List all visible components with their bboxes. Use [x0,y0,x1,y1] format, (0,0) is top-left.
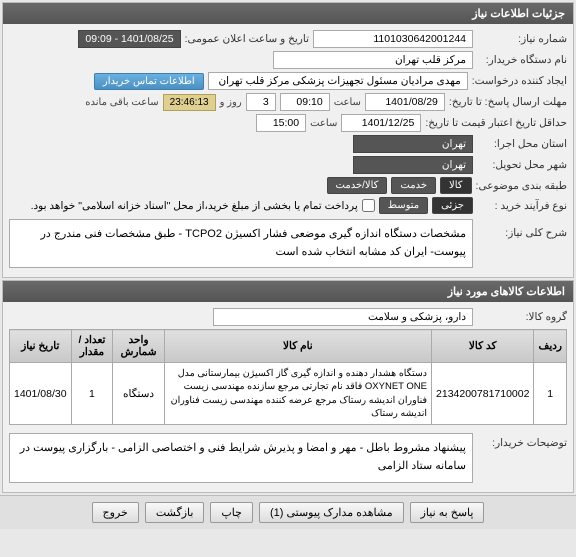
cell-date: 1401/08/30 [10,363,72,425]
footer-bar: پاسخ به نیاز مشاهده مدارک پیوستی (1) چاپ… [0,495,576,529]
topic-service[interactable]: خدمت [391,177,436,194]
time-label-1: ساعت [334,97,361,108]
process-low[interactable]: جزئی [432,197,473,214]
deadline-label: مهلت ارسال پاسخ: تا تاریخ: [449,96,567,108]
deliver-label: شهر محل تحویل: [477,159,567,171]
process-label: نوع فرآیند خرید : [477,200,567,212]
days-value: 3 [246,93,276,111]
table-row[interactable]: 1 2134200781710002 دستگاه هشدار دهنده و … [10,363,567,425]
main-panel: جزئیات اطلاعات نیاز شماره نیاز: 11010306… [2,2,574,278]
cell-code: 2134200781710002 [432,363,534,425]
need-no-label: شماره نیاز: [477,33,567,45]
summary-label: شرح کلی نیاز: [477,217,567,239]
col-qty: تعداد / مقدار [71,330,113,363]
cell-row: 1 [534,363,567,425]
cell-name: دستگاه هشدار دهنده و اندازه گیری گاز اکس… [164,363,431,425]
announce-label: تاریخ و ساعت اعلان عمومی: [185,33,309,45]
items-body: گروه کالا: دارو، پزشکی و سلامت ردیف کد ک… [3,302,573,491]
respond-button[interactable]: پاسخ به نیاز [410,502,485,523]
timer-value: 23:46:13 [163,94,216,111]
attachments-button[interactable]: مشاهده مدارک پیوستی (1) [259,502,404,523]
buyer-value: مرکز قلب تهران [273,51,473,69]
items-header: اطلاعات کالاهای مورد نیاز [3,281,573,302]
process-radio-group: جزئی متوسط [379,197,473,214]
validity-date: 1401/12/25 [341,114,421,132]
pay-checkbox-row: پرداخت تمام یا بخشی از مبلغ خرید،از محل … [31,199,375,212]
topic-radio-group: کالا خدمت کالا/خدمت [327,177,472,194]
pay-check-label: پرداخت تمام یا بخشی از مبلغ خرید،از محل … [31,200,358,212]
panel-title: جزئیات اطلاعات نیاز [472,8,565,20]
remain-label: ساعت باقی مانده [85,97,158,108]
group-value: دارو، پزشکی و سلامت [213,308,473,326]
buyer-label: نام دستگاه خریدار: [477,54,567,66]
group-label: گروه کالا: [477,311,567,323]
exit-button[interactable]: خروج [92,502,139,523]
topic-goods[interactable]: کالا [440,177,472,194]
deliver-value: تهران [353,156,473,174]
col-code: کد کالا [432,330,534,363]
days-label: روز و [220,97,242,108]
validity-label: حداقل تاریخ اعتبار قیمت تا تاریخ: [425,117,567,129]
pay-checkbox[interactable] [362,199,375,212]
creator-label: ایجاد کننده درخواست: [472,75,567,87]
process-mid[interactable]: متوسط [379,197,428,214]
cell-qty: 1 [71,363,113,425]
back-button[interactable]: بازگشت [145,502,205,523]
items-table: ردیف کد کالا نام کالا واحد شمارش تعداد /… [9,329,567,425]
validity-time: 15:00 [256,114,306,132]
exec-label: استان محل اجرا: [477,138,567,150]
panel-header: جزئیات اطلاعات نیاز [3,3,573,24]
deadline-time: 09:10 [280,93,330,111]
topic-both[interactable]: کالا/خدمت [327,177,388,194]
contact-button[interactable]: اطلاعات تماس خریدار [94,73,204,90]
print-button[interactable]: چاپ [210,502,253,523]
col-name: نام کالا [164,330,431,363]
creator-value: مهدی مرادیان مسئول تجهیزات پزشکی مرکز قل… [208,72,468,90]
deadline-date: 1401/08/29 [365,93,445,111]
announce-value: 1401/08/25 - 09:09 [78,30,180,48]
notes-value: پیشنهاد مشروط باطل - مهر و امضا و پذیرش … [9,433,473,482]
panel-body: شماره نیاز: 1101030642001244 تاریخ و ساع… [3,24,573,277]
need-no-value: 1101030642001244 [313,30,473,48]
table-header-row: ردیف کد کالا نام کالا واحد شمارش تعداد /… [10,330,567,363]
items-panel: اطلاعات کالاهای مورد نیاز گروه کالا: دار… [2,280,574,492]
summary-value: مشخصات دستگاه اندازه گیری موضعی فشار اکس… [9,219,473,268]
cell-unit: دستگاه [113,363,164,425]
col-date: تاریخ نیاز [10,330,72,363]
exec-value: تهران [353,135,473,153]
time-label-2: ساعت [310,118,337,129]
col-unit: واحد شمارش [113,330,164,363]
items-title: اطلاعات کالاهای مورد نیاز [448,286,565,298]
topic-label: طبقه بندی موضوعی: [476,180,567,192]
col-row: ردیف [534,330,567,363]
notes-label: توضیحات خریدار: [477,431,567,449]
